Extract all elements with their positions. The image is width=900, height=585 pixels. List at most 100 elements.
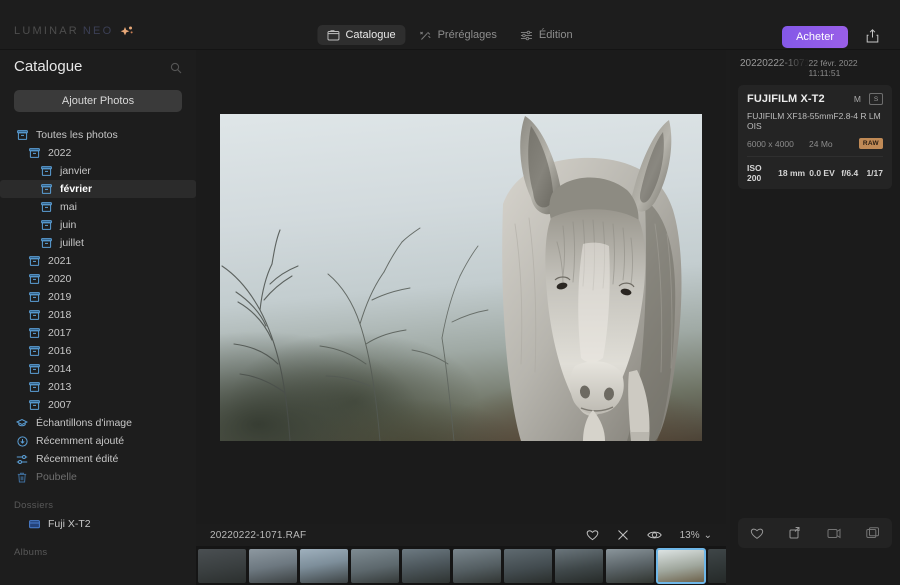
export-icon[interactable] bbox=[789, 526, 803, 540]
sidebar-item-2021[interactable]: 2021 bbox=[0, 252, 196, 270]
sidebar-item-juillet[interactable]: juillet bbox=[0, 234, 196, 252]
sidebar-item-label: 2020 bbox=[48, 273, 72, 285]
copy-icon[interactable] bbox=[827, 527, 841, 539]
sidebar-item-label: 2013 bbox=[48, 381, 72, 393]
filmstrip[interactable] bbox=[196, 546, 726, 585]
left-sidebar: Catalogue Ajouter Photos Toutes les phot… bbox=[0, 50, 196, 585]
filmstrip-thumbnail[interactable] bbox=[656, 547, 706, 584]
sidebar-item-label: juin bbox=[60, 219, 77, 231]
trash-icon bbox=[14, 472, 30, 483]
sidebar-item-label: 2017 bbox=[48, 327, 72, 339]
preview-eye-icon[interactable] bbox=[646, 529, 662, 541]
filmstrip-thumbnail[interactable] bbox=[249, 548, 297, 583]
filmstrip-thumbnail[interactable] bbox=[198, 548, 246, 583]
lens-model: FUJIFILM XF18-55mmF2.8-4 R LM OIS bbox=[747, 111, 881, 131]
sidebar-item-r-cemment-ajout[interactable]: Récemment ajouté bbox=[0, 432, 196, 450]
filmstrip-thumbnail[interactable] bbox=[300, 548, 348, 583]
nav-tab-edit[interactable]: Édition bbox=[511, 25, 583, 45]
luminar-neo-window: LUMINAR NEO Catalogue Préréglages Éditio… bbox=[0, 0, 900, 585]
nav-tab-presets[interactable]: Préréglages bbox=[410, 25, 507, 45]
add-photos-button[interactable]: Ajouter Photos bbox=[14, 90, 182, 112]
archive-icon bbox=[26, 310, 42, 320]
sidebar-item-f-vrier[interactable]: février bbox=[0, 180, 196, 198]
archive-icon bbox=[26, 382, 42, 392]
archive-icon bbox=[38, 238, 54, 248]
file-info-row: 6000 x 4000 24 Mo RAW bbox=[747, 138, 883, 149]
folder-item-label: Fuji X-T2 bbox=[48, 518, 91, 530]
duplicate-icon[interactable] bbox=[866, 527, 880, 539]
archive-icon bbox=[26, 346, 42, 356]
sidebar-item-chantillons-d-image[interactable]: Échantillons d'image bbox=[0, 414, 196, 432]
recently-added-icon bbox=[14, 435, 30, 447]
sidebar-item-2019[interactable]: 2019 bbox=[0, 288, 196, 306]
archive-icon bbox=[26, 274, 42, 284]
sidebar-item-poubelle[interactable]: Poubelle bbox=[0, 468, 196, 486]
buy-button[interactable]: Acheter bbox=[782, 26, 848, 48]
spark-icon bbox=[120, 24, 134, 38]
zoom-level-selector[interactable]: 13% ⌄ bbox=[680, 530, 712, 541]
archive-icon bbox=[26, 292, 42, 302]
folder-item-fuji-x-t2[interactable]: Fuji X-T2 bbox=[0, 515, 196, 533]
canvas-tool-icons: 13% ⌄ bbox=[586, 529, 712, 541]
sidebar-item-toutes-les-photos[interactable]: Toutes les photos bbox=[0, 126, 196, 144]
app-logo: LUMINAR NEO bbox=[14, 24, 134, 38]
search-icon[interactable] bbox=[170, 61, 182, 79]
sidebar-header: Catalogue bbox=[0, 50, 196, 84]
sidebar-item-2016[interactable]: 2016 bbox=[0, 342, 196, 360]
sidebar-item-2018[interactable]: 2018 bbox=[0, 306, 196, 324]
donkey-subject bbox=[502, 116, 682, 441]
catalogue-icon bbox=[327, 29, 340, 41]
photo-canvas bbox=[196, 50, 726, 524]
info-panel: 20220222-1071 22 févr. 2022 11:11:51 FUJ… bbox=[730, 50, 900, 585]
presets-icon bbox=[420, 30, 432, 41]
sidebar-item-label: Poubelle bbox=[36, 471, 77, 483]
share-icon[interactable] bbox=[862, 26, 882, 46]
favorite-heart-icon[interactable] bbox=[750, 527, 764, 540]
filmstrip-thumbnail[interactable] bbox=[504, 548, 552, 583]
sidebar-item-janvier[interactable]: janvier bbox=[0, 162, 196, 180]
sidebar-item-2020[interactable]: 2020 bbox=[0, 270, 196, 288]
sidebar-item-label: janvier bbox=[60, 165, 91, 177]
exposure-mode: M bbox=[853, 94, 861, 104]
brand-luminar-text: LUMINAR bbox=[14, 25, 79, 37]
archive-icon bbox=[38, 202, 54, 212]
top-bar: LUMINAR NEO Catalogue Préréglages Éditio… bbox=[0, 0, 900, 50]
sidebar-item-r-cemment-dit[interactable]: Récemment édité bbox=[0, 450, 196, 468]
recently-edited-icon bbox=[14, 454, 30, 465]
sidebar-item-2007[interactable]: 2007 bbox=[0, 396, 196, 414]
image-dimensions: 6000 x 4000 bbox=[747, 138, 794, 149]
sidebar-item-2013[interactable]: 2013 bbox=[0, 378, 196, 396]
sidebar-item-label: Toutes les photos bbox=[36, 129, 118, 141]
reject-cross-icon[interactable] bbox=[617, 529, 629, 541]
brand-neo-text: NEO bbox=[82, 25, 114, 37]
sidebar-item-2022[interactable]: 2022 bbox=[0, 144, 196, 162]
filmstrip-thumbnail[interactable] bbox=[606, 548, 654, 583]
filmstrip-thumbnail[interactable] bbox=[453, 548, 501, 583]
metadata-card: FUJIFILM X-T2 M S FUJIFILM XF18-55mmF2.8… bbox=[738, 85, 892, 189]
camera-row: FUJIFILM X-T2 M S bbox=[747, 93, 883, 105]
sidebar-item-label: Échantillons d'image bbox=[36, 417, 132, 429]
exif-focal-length: 18 mm bbox=[778, 168, 806, 178]
camera-model: FUJIFILM X-T2 bbox=[747, 93, 825, 105]
filmstrip-thumbnail[interactable] bbox=[351, 548, 399, 583]
filmstrip-thumbnail[interactable] bbox=[555, 548, 603, 583]
albums-section-label: Albums bbox=[14, 547, 48, 558]
sidebar-item-juin[interactable]: juin bbox=[0, 216, 196, 234]
zoom-level-value: 13% bbox=[679, 529, 700, 541]
catalogue-tree: Toutes les photos 2022 janvier février mai ju… bbox=[0, 126, 196, 486]
sidebar-item-2017[interactable]: 2017 bbox=[0, 324, 196, 342]
archive-icon bbox=[26, 148, 42, 158]
favorite-heart-icon[interactable] bbox=[586, 529, 599, 541]
main-photo[interactable] bbox=[220, 114, 702, 441]
filmstrip-thumbnail[interactable] bbox=[402, 548, 450, 583]
filmstrip-thumbnail[interactable] bbox=[708, 548, 726, 583]
info-panel-actions bbox=[738, 518, 892, 548]
nav-tab-catalogue[interactable]: Catalogue bbox=[317, 25, 406, 45]
sidebar-item-2014[interactable]: 2014 bbox=[0, 360, 196, 378]
sidebar-item-label: mai bbox=[60, 201, 77, 213]
info-capture-date: 22 févr. 2022 11:11:51 bbox=[808, 58, 858, 78]
nav-tab-edit-label: Édition bbox=[538, 29, 573, 41]
file-size: 24 Mo bbox=[809, 138, 833, 149]
sidebar-item-mai[interactable]: mai bbox=[0, 198, 196, 216]
archive-icon bbox=[38, 184, 54, 194]
